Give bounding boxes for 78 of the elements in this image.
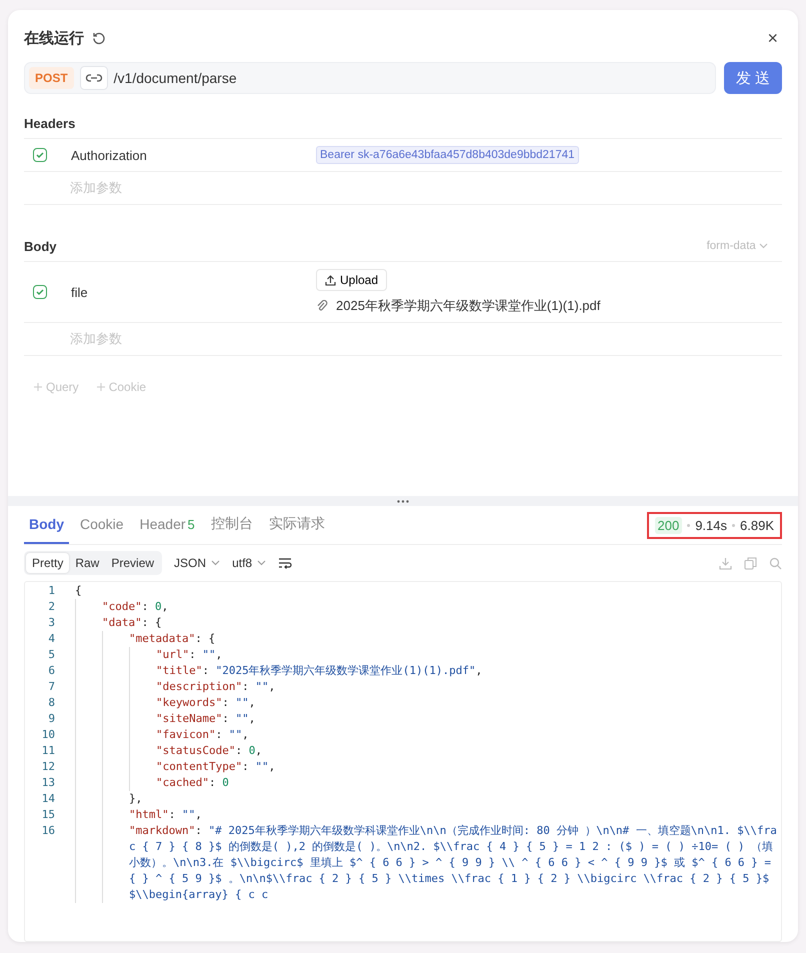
line-number: 1	[47, 583, 56, 599]
line-number: 16	[40, 823, 56, 839]
param-name: file	[71, 284, 89, 300]
check-icon	[35, 287, 45, 297]
line-number: 11	[40, 743, 56, 759]
line-number: 10	[40, 727, 56, 743]
code-line: "contentType": "",	[156, 759, 276, 775]
section-title: Body	[24, 238, 56, 254]
format-dropdown[interactable]: JSON	[174, 556, 220, 570]
line-number: 13	[40, 775, 56, 791]
code-line: "markdown": "# 2025年秋季学期六年级数学科课堂作业\n\n（完成作业时间: 80 分钟 ）\n\n# 一、填空题\n\n1. $\\frac { 7 } { 8 }$ 的倒数是( ),2 的倒数是( )。\n\n2. $\\frac { 4 } { 5 } = 1 2 : ($ ) = ( ) ÷10= ( ) （填小数）。\n\n3.在 $\\bigcirc$ 里填上 $^ { 6 6 } > ^ { 9 9 } \\ ^ { 6 6 } < ^ { 9 9 }$ 或 $^ { 6 6 } = { } ^ { 5 9 }$ 。\n\n$\\frac { 2 } { 5 } \\times \\frac { 1 } { 2 } \\bigcirc \\frac { 2 } { 5 }$ $\\begin{array} { c c	[129, 823, 778, 903]
caret-icon	[759, 243, 768, 249]
url-field[interactable]: POST /v1/document/parse	[24, 62, 716, 94]
file-name: 2025年秋季学期六年级数学课堂作业(1)(1).pdf	[336, 297, 600, 315]
checkbox[interactable]	[33, 285, 47, 299]
response-size: 6.89K	[740, 518, 774, 532]
code-line: "siteName": "",	[156, 711, 256, 727]
checkbox[interactable]	[33, 148, 47, 162]
code-line: "data": {	[102, 615, 163, 631]
separator-dot	[687, 524, 690, 526]
panel-title: 在线运行	[24, 28, 84, 48]
response-tab[interactable]: Cookie	[75, 506, 129, 544]
param-name: Authorization	[71, 148, 148, 162]
check-icon	[35, 150, 45, 160]
code-line: "keywords": "",	[156, 695, 256, 711]
section-title: Headers	[24, 116, 76, 130]
line-number: 6	[47, 663, 56, 679]
code-line: "html": "",	[129, 807, 203, 823]
code-line: "code": 0,	[102, 599, 170, 615]
line-number: 9	[47, 711, 56, 727]
line-number: 2	[47, 599, 56, 615]
link-icon[interactable]	[80, 66, 108, 90]
view-tab[interactable]: Raw	[69, 553, 106, 573]
line-number: 7	[47, 679, 56, 695]
line-number: 5	[47, 647, 56, 663]
wrap-icon[interactable]	[278, 557, 292, 569]
line-number: 3	[47, 615, 56, 631]
response-time: 9.14s	[695, 518, 728, 532]
response-tab[interactable]: Body	[24, 506, 69, 544]
param-value[interactable]: Bearer sk-a76a6e43bfaa457d8b403de9bbd21741	[316, 146, 579, 164]
close-button[interactable]: ×	[763, 28, 782, 48]
code-line: "favicon": "",	[156, 727, 250, 743]
response-tab[interactable]: 控制台	[206, 506, 258, 544]
line-number: 15	[40, 807, 56, 823]
line-number: 4	[47, 631, 56, 647]
refresh-icon[interactable]	[92, 31, 106, 45]
line-number: 8	[47, 695, 56, 711]
format-dropdown[interactable]: form-data	[706, 240, 768, 252]
separator-dot	[732, 524, 736, 526]
upload-button[interactable]: Upload	[316, 269, 388, 291]
code-line: },	[129, 791, 144, 807]
code-line: "statusCode": 0,	[156, 743, 263, 759]
send-button[interactable]: 发 送	[724, 62, 782, 94]
paperclip-icon	[316, 300, 328, 312]
view-tab[interactable]: Preview	[105, 553, 160, 573]
copy-icon[interactable]	[744, 556, 757, 570]
response-tab[interactable]: 实际请求	[264, 506, 330, 544]
method-badge[interactable]: POST	[29, 67, 74, 89]
caret-icon	[211, 560, 220, 566]
encoding-dropdown[interactable]: utf8	[232, 556, 266, 570]
code-line: "metadata": {	[129, 631, 216, 647]
plus-icon	[34, 383, 42, 391]
code-line: "cached": 0	[156, 775, 230, 791]
response-tab[interactable]: Header5	[134, 506, 200, 544]
plus-icon	[96, 383, 105, 391]
upload-icon	[325, 274, 336, 286]
search-icon[interactable]	[769, 556, 782, 570]
status-code: 200	[654, 516, 682, 534]
caret-icon	[257, 560, 266, 566]
code-line: "description": "",	[156, 679, 276, 695]
download-icon[interactable]	[719, 556, 732, 570]
view-tab[interactable]: Pretty	[26, 553, 70, 573]
code-line: {	[75, 583, 83, 599]
line-number: 12	[40, 759, 56, 775]
code-line: "title": "2025年秋季学期六年级数学课堂作业(1)(1).pdf",	[156, 663, 484, 679]
line-number: 14	[40, 791, 56, 807]
resize-handle-icon[interactable]	[397, 500, 409, 502]
code-line: "url": "",	[156, 647, 224, 663]
